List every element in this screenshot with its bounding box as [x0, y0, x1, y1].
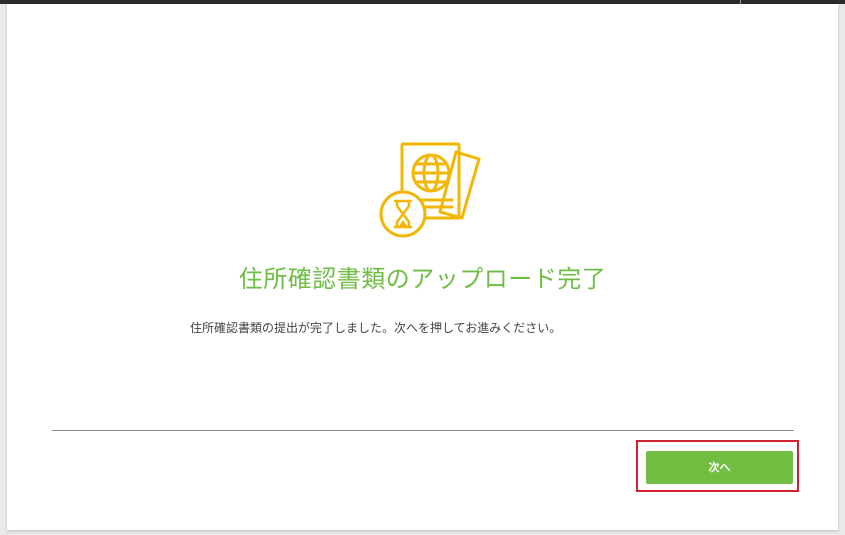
dialog-message: 住所確認書類の提出が完了しました。次へを押してお進みください。: [190, 321, 562, 335]
upload-complete-dialog: 住所確認書類のアップロード完了 住所確認書類の提出が完了しました。次へを押してお…: [7, 4, 838, 530]
passport-document-hourglass-icon: [372, 138, 482, 244]
dialog-title: 住所確認書類のアップロード完了: [238, 265, 607, 293]
footer-divider: [52, 430, 794, 431]
next-button[interactable]: 次へ: [646, 451, 793, 484]
